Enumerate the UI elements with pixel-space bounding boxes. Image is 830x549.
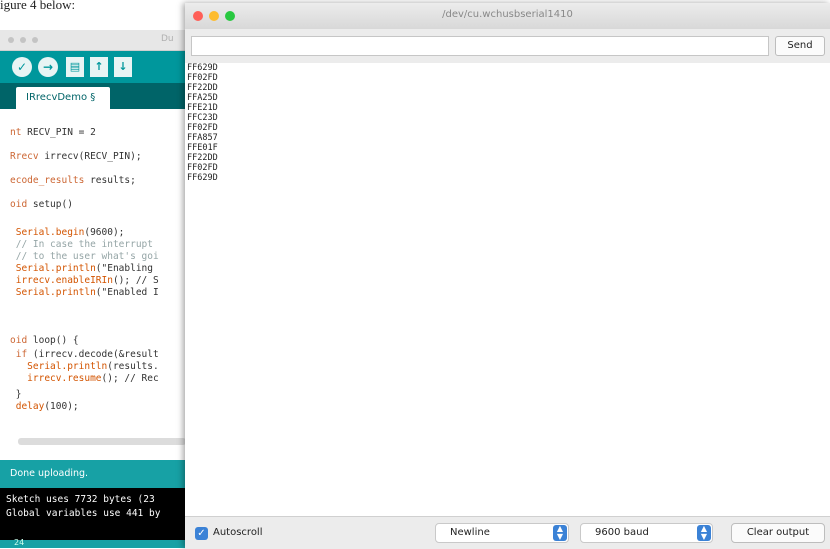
arduino-ide-window: Du ✓ → ▤ ↑ ↓ IRrecvDemo § nt RECV_PIN = …: [0, 14, 190, 548]
autoscroll-label: Autoscroll: [213, 527, 263, 538]
open-sketch-icon[interactable]: ↑: [90, 57, 108, 77]
save-sketch-icon[interactable]: ↓: [114, 57, 132, 77]
output-line: FFE21D: [187, 103, 218, 113]
code-line: Serial.begin(9600);: [10, 227, 125, 238]
monitor-title: /dev/cu.wchusbserial1410: [442, 9, 573, 20]
figure-caption: igure 4 below:: [0, 0, 190, 14]
ide-console: Sketch uses 7732 bytes (23 Global variab…: [0, 488, 190, 540]
code-line: Serial.println("Enabled I: [10, 287, 159, 298]
ide-title: Du: [161, 34, 174, 44]
code-line: delay(100);: [10, 401, 79, 412]
ide-status-bar: Done uploading.: [0, 460, 190, 488]
output-line: FFC23D: [187, 113, 218, 123]
output-line: FF02FD: [187, 123, 218, 133]
line-number: 24: [14, 538, 25, 547]
output-line: FFA25D: [187, 93, 218, 103]
output-line: FF22DD: [187, 83, 218, 93]
output-line: FF02FD: [187, 73, 218, 83]
select-arrows-icon: ▲ ▼: [553, 525, 567, 541]
code-line: Serial.println("Enabling: [10, 263, 153, 274]
console-line: Sketch uses 7732 bytes (23: [6, 494, 155, 505]
output-line: FF02FD: [187, 163, 218, 173]
code-editor[interactable]: nt RECV_PIN = 2 Rrecv irrecv(RECV_PIN); …: [0, 109, 190, 441]
code-line: oid loop() {: [10, 335, 79, 346]
code-line: ecode_results results;: [10, 175, 136, 186]
serial-monitor-window: /dev/cu.wchusbserial1410 Send FF629D FF0…: [185, 3, 830, 549]
code-line: // In case the interrupt: [10, 239, 153, 250]
select-arrows-icon: ▲ ▼: [697, 525, 711, 541]
send-row: Send: [185, 29, 830, 64]
console-line: Global variables use 441 by: [6, 508, 161, 519]
send-button[interactable]: Send: [775, 36, 825, 56]
editor-horizontal-scrollbar[interactable]: [18, 438, 186, 445]
line-ending-select[interactable]: Newline ▲ ▼: [435, 523, 569, 543]
output-line: FFE01F: [187, 143, 218, 153]
code-line: Rrecv irrecv(RECV_PIN);: [10, 151, 142, 162]
tab-irrecvdemo[interactable]: IRrecvDemo §: [16, 87, 110, 109]
ide-close-icon[interactable]: [8, 37, 14, 43]
serial-input[interactable]: [191, 36, 769, 56]
ide-title-bar: Du: [0, 30, 190, 51]
output-line: FFA857: [187, 133, 218, 143]
code-line: if (irrecv.decode(&result: [10, 349, 159, 360]
monitor-title-bar: /dev/cu.wchusbserial1410: [185, 3, 830, 30]
code-line: }: [10, 389, 22, 400]
ide-tab-bar: IRrecvDemo §: [0, 83, 190, 109]
upload-status: Done uploading.: [10, 468, 89, 479]
autoscroll-checkbox[interactable]: ✓: [195, 527, 208, 540]
output-line: FF629D: [187, 63, 218, 73]
baud-rate-select[interactable]: 9600 baud ▲ ▼: [580, 523, 713, 543]
monitor-bottom-bar: ✓ Autoscroll Newline ▲ ▼ 9600 baud ▲ ▼ Cle…: [185, 516, 830, 549]
ide-minimize-icon[interactable]: [20, 37, 26, 43]
code-line: // to the user what's goi: [10, 251, 159, 262]
ide-zoom-icon[interactable]: [32, 37, 38, 43]
verify-icon[interactable]: ✓: [12, 57, 32, 77]
code-line: irrecv.resume(); // Rec: [10, 373, 159, 384]
output-line: FF22DD: [187, 153, 218, 163]
code-line: nt RECV_PIN = 2: [10, 127, 96, 138]
upload-icon[interactable]: →: [38, 57, 58, 77]
output-line: FF629D: [187, 173, 218, 183]
ide-toolbar: ✓ → ▤ ↑ ↓: [0, 51, 190, 83]
serial-output[interactable]: FF629D FF02FD FF22DD FFA25D FFE21D FFC23…: [185, 63, 830, 511]
clear-output-button[interactable]: Clear output: [731, 523, 825, 543]
baud-rate-value: 9600 baud: [595, 527, 649, 538]
code-line: irrecv.enableIRIn(); // S: [10, 275, 159, 286]
ide-footer: 24: [0, 538, 190, 548]
new-sketch-icon[interactable]: ▤: [66, 57, 84, 77]
line-ending-value: Newline: [450, 527, 490, 538]
code-line: oid setup(): [10, 199, 73, 210]
code-line: Serial.println(results.: [10, 361, 159, 372]
